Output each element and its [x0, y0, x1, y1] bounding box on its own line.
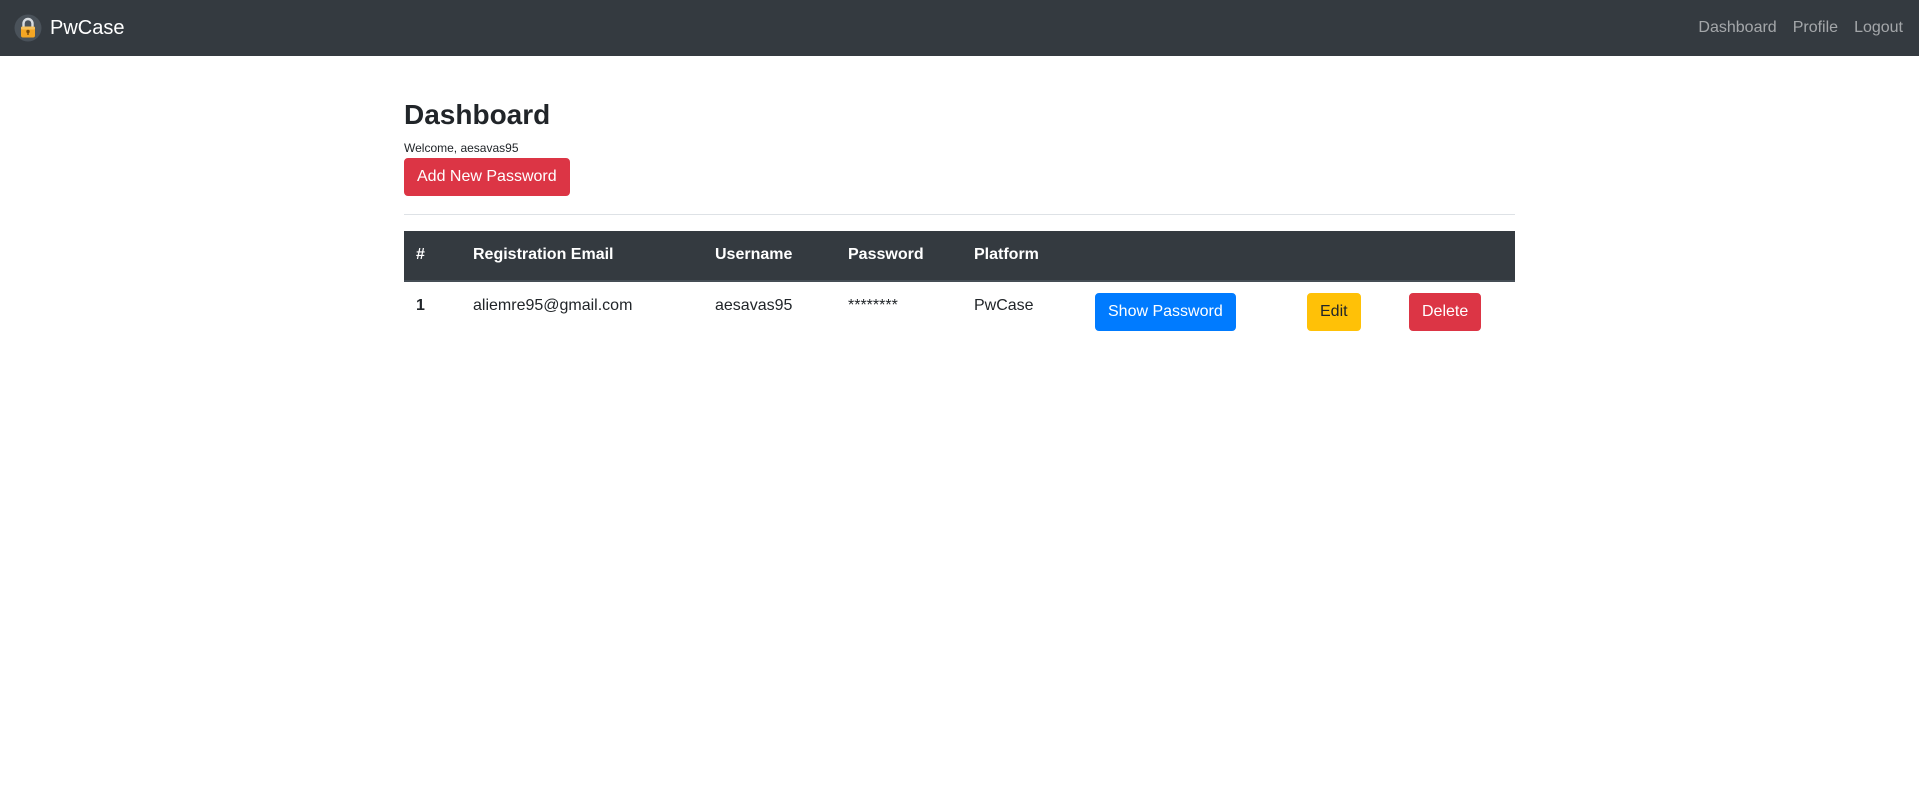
table-row: 1 aliemre95@gmail.com aesavas95 ********…: [404, 281, 1515, 343]
divider: [404, 213, 1515, 215]
row-email: aliemre95@gmail.com: [473, 296, 633, 314]
nav-link-profile[interactable]: Profile: [1793, 19, 1838, 37]
header-password: Password: [836, 230, 962, 282]
row-platform: PwCase: [974, 296, 1034, 314]
passwords-table: # Registration Email Username Password P…: [404, 230, 1515, 343]
table-header-row: # Registration Email Username Password P…: [404, 230, 1515, 282]
header-show-action: [1083, 230, 1295, 282]
row-username: aesavas95: [715, 296, 793, 314]
header-edit-action: [1295, 230, 1397, 282]
table-body: 1 aliemre95@gmail.com aesavas95 ********…: [404, 281, 1515, 343]
brand-name: PwCase: [50, 16, 125, 39]
row-edit-cell: Edit: [1295, 281, 1397, 343]
nav-link-dashboard[interactable]: Dashboard: [1698, 19, 1776, 37]
header-platform: Platform: [962, 230, 1083, 282]
show-password-button[interactable]: Show Password: [1095, 292, 1236, 331]
welcome-message: Welcome, aesavas95: [404, 140, 519, 155]
edit-button[interactable]: Edit: [1307, 292, 1361, 331]
nav-link-logout[interactable]: Logout: [1854, 19, 1903, 37]
delete-button[interactable]: Delete: [1409, 292, 1482, 331]
add-new-password-button[interactable]: Add New Password: [404, 157, 570, 196]
row-number: 1: [416, 296, 425, 314]
header-registration-email: Registration Email: [461, 230, 703, 282]
header-username: Username: [703, 230, 836, 282]
row-show-cell: Show Password: [1083, 281, 1295, 343]
header-number: #: [404, 230, 461, 282]
main-content: Dashboard Welcome, aesavas95 Add New Pas…: [404, 56, 1515, 343]
header-delete-action: [1397, 230, 1515, 282]
padlock-icon: [14, 14, 42, 42]
table-header: # Registration Email Username Password P…: [404, 230, 1515, 282]
page-title: Dashboard: [404, 99, 551, 130]
navbar: PwCase Dashboard Profile Logout: [0, 0, 1919, 56]
row-password: ********: [848, 296, 898, 314]
brand-link[interactable]: PwCase: [14, 14, 124, 42]
nav-links: Dashboard Profile Logout: [1682, 19, 1903, 37]
row-delete-cell: Delete: [1397, 281, 1515, 343]
